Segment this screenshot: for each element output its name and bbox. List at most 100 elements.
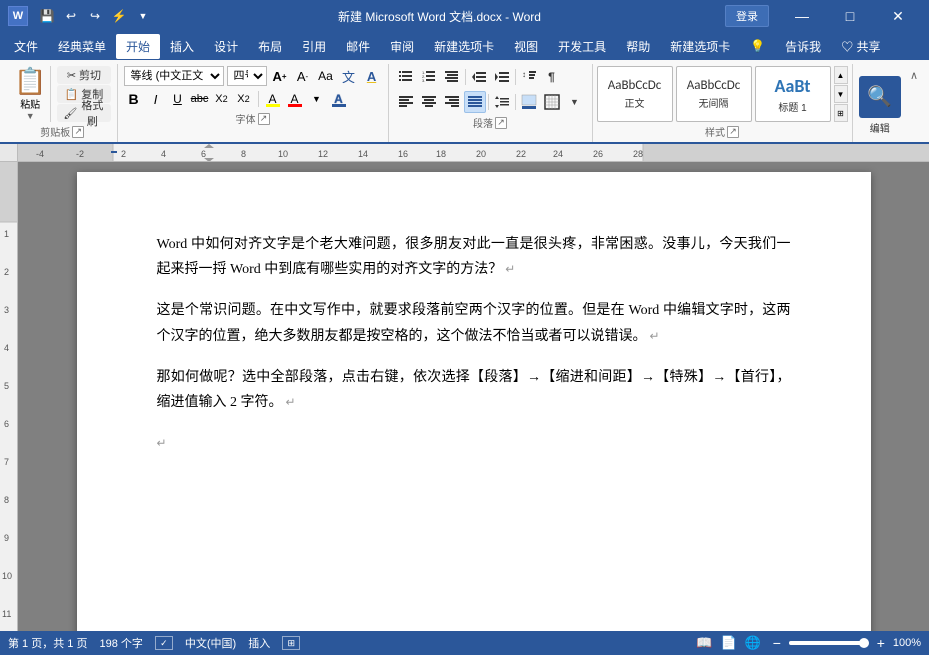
- redo-button[interactable]: ↪: [84, 5, 106, 27]
- vertical-ruler: 1 2 3 4 5 6 7 8 9 10 11 12: [0, 162, 18, 635]
- menu-tellme[interactable]: 告诉我: [775, 34, 831, 59]
- svg-text:2: 2: [4, 267, 9, 277]
- close-button[interactable]: ✕: [875, 0, 921, 32]
- styles-scroll-up[interactable]: ▲: [834, 66, 848, 84]
- align-left-button[interactable]: [395, 91, 417, 113]
- font-size-select[interactable]: 四号: [227, 66, 267, 86]
- menu-newtab1[interactable]: 新建选项卡: [424, 34, 504, 59]
- bold-button[interactable]: B: [124, 89, 144, 109]
- menu-share[interactable]: ♡ 共享: [831, 34, 890, 59]
- menu-home[interactable]: 开始: [116, 34, 160, 59]
- menu-help[interactable]: 帮助: [616, 34, 660, 59]
- shading-button[interactable]: [518, 91, 540, 113]
- web-layout-button[interactable]: 🌐: [745, 635, 761, 651]
- paragraph-expand[interactable]: ↗: [495, 117, 507, 129]
- zoom-level: 100%: [893, 637, 921, 649]
- clear-formatting-button[interactable]: 文: [339, 66, 359, 86]
- ribbon: 📋 粘贴 ▼ ✂ 剪切 📋 复制 🖌 格式刷 剪贴板 ↗ 等线 (中文正文: [0, 60, 929, 144]
- title-bar: W 💾 ↩ ↪ ⚡ ▼ 新建 Microsoft Word 文档.docx - …: [0, 0, 929, 32]
- align-right-button[interactable]: [441, 91, 463, 113]
- zoom-out-button[interactable]: −: [769, 635, 785, 651]
- superscript-button[interactable]: X2: [234, 89, 254, 109]
- zoom-thumb: [859, 638, 869, 648]
- align-center-button[interactable]: [418, 91, 440, 113]
- svg-text:4: 4: [161, 149, 166, 159]
- menu-developer[interactable]: 开发工具: [548, 34, 616, 59]
- borders-dropdown[interactable]: ▼: [564, 91, 586, 113]
- decrease-font-button[interactable]: A-: [293, 66, 313, 86]
- ribbon-collapse-button[interactable]: ∧: [907, 68, 921, 82]
- print-layout-button[interactable]: 📄: [720, 635, 736, 651]
- multilevel-list-button[interactable]: [441, 66, 463, 88]
- return-mark-4: ↵: [157, 436, 167, 450]
- text-outline-button[interactable]: A: [329, 89, 349, 109]
- increase-indent-button[interactable]: [491, 66, 513, 88]
- insert-mode: 插入: [248, 635, 270, 651]
- borders-button[interactable]: [541, 91, 563, 113]
- text-effects-button[interactable]: A: [362, 66, 382, 86]
- change-case-button[interactable]: Aa: [316, 66, 336, 86]
- login-button[interactable]: 登录: [725, 5, 769, 27]
- quick-access-button[interactable]: ⚡: [108, 5, 130, 27]
- undo-button[interactable]: ↩: [60, 5, 82, 27]
- menu-lightbulb[interactable]: 💡: [740, 35, 775, 57]
- line-spacing-button[interactable]: [491, 91, 513, 113]
- clipboard-group: 📋 粘贴 ▼ ✂ 剪切 📋 复制 🖌 格式刷 剪贴板 ↗: [8, 64, 118, 142]
- show-formatting-button[interactable]: ¶: [541, 66, 563, 88]
- styles-expand[interactable]: ↗: [727, 126, 739, 138]
- paste-button[interactable]: 📋 粘贴 ▼: [14, 66, 51, 122]
- ruler-corner: [0, 144, 18, 162]
- svg-text:9: 9: [4, 533, 9, 543]
- menu-insert[interactable]: 插入: [160, 34, 204, 59]
- cut-button[interactable]: ✂ 剪切: [57, 66, 110, 84]
- styles-scroll-down[interactable]: ▼: [834, 85, 848, 103]
- menu-file[interactable]: 文件: [4, 34, 48, 59]
- strikethrough-button[interactable]: abc: [190, 89, 210, 109]
- menu-classic[interactable]: 经典菜单: [48, 34, 116, 59]
- page-scroll-area[interactable]: Word 中如何对齐文字是个老大难问题，很多朋友对此一直是很头疼，非常困惑。没事…: [18, 162, 929, 635]
- style-normal[interactable]: AaBbCcDc 正文: [597, 66, 673, 122]
- menu-review[interactable]: 审阅: [380, 34, 424, 59]
- zoom-slider[interactable]: [789, 641, 869, 645]
- menu-references[interactable]: 引用: [292, 34, 336, 59]
- clipboard-label: 剪贴板 ↗: [14, 122, 111, 142]
- menu-newtab2[interactable]: 新建选项卡: [660, 34, 740, 59]
- svg-text:-2: -2: [76, 149, 84, 159]
- menu-design[interactable]: 设计: [204, 34, 248, 59]
- zoom-in-button[interactable]: +: [873, 635, 889, 651]
- menu-layout[interactable]: 布局: [248, 34, 292, 59]
- svg-text:7: 7: [4, 457, 9, 467]
- font-name-select[interactable]: 等线 (中文正文: [124, 66, 224, 86]
- justify-button[interactable]: [464, 91, 486, 113]
- style-heading1[interactable]: AaBt 标题 1: [755, 66, 831, 122]
- numbering-button[interactable]: 1.2.3.: [418, 66, 440, 88]
- menu-view[interactable]: 视图: [504, 34, 548, 59]
- sort-button[interactable]: ↕: [518, 66, 540, 88]
- subscript-button[interactable]: X2: [212, 89, 232, 109]
- italic-button[interactable]: I: [146, 89, 166, 109]
- format-painter-button[interactable]: 🖌 格式刷: [57, 104, 110, 122]
- bullets-button[interactable]: [395, 66, 417, 88]
- decrease-indent-button[interactable]: [468, 66, 490, 88]
- save-button[interactable]: 💾: [36, 5, 58, 27]
- clipboard-expand[interactable]: ↗: [72, 126, 84, 138]
- menu-mailings[interactable]: 邮件: [336, 34, 380, 59]
- return-mark-2: ↵: [647, 329, 660, 343]
- svg-text:3.: 3.: [422, 78, 425, 83]
- increase-font-button[interactable]: A+: [270, 66, 290, 86]
- text-highlight-button[interactable]: A: [263, 89, 283, 109]
- quick-access-dropdown[interactable]: ▼: [132, 5, 154, 27]
- underline-button[interactable]: U: [168, 89, 188, 109]
- font-color-dropdown[interactable]: ▼: [307, 89, 327, 109]
- return-mark-3: ↵: [283, 395, 296, 409]
- font-expand[interactable]: ↗: [258, 113, 270, 125]
- paragraph-1-text: Word 中如何对齐文字是个老大难问题，很多朋友对此一直是很头疼，非常困惑。没事…: [157, 237, 791, 277]
- maximize-button[interactable]: □: [827, 0, 873, 32]
- font-label: 字体 ↗: [124, 109, 382, 129]
- read-mode-button[interactable]: 📖: [696, 635, 712, 651]
- minimize-button[interactable]: —: [779, 0, 825, 32]
- style-no-spacing[interactable]: AaBbCcDc 无间隔: [676, 66, 752, 122]
- font-color-button[interactable]: A: [285, 89, 305, 109]
- styles-more[interactable]: ⊞: [834, 104, 848, 122]
- search-button[interactable]: 🔍: [859, 76, 901, 118]
